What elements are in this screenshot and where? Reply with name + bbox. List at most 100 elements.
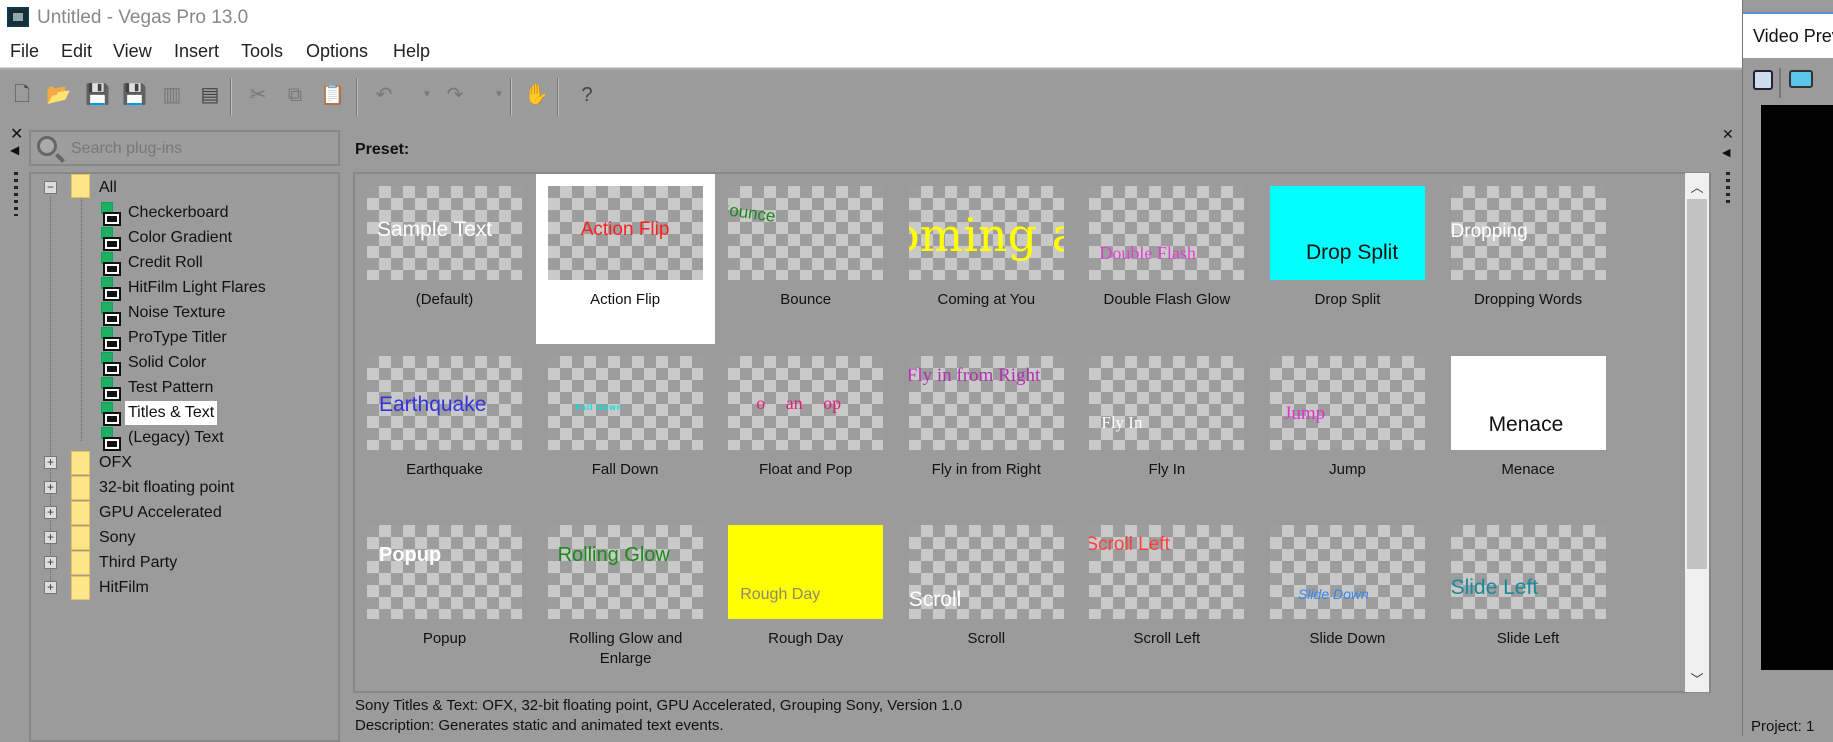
preset-tile[interactable]: Jump Jump	[1258, 344, 1437, 514]
expand-toggle-icon[interactable]: +	[44, 481, 57, 494]
plugin-icon	[95, 427, 121, 451]
preset-label: Slide Down	[1309, 630, 1386, 647]
preset-tile[interactable]: Earthquake Earthquake	[355, 344, 534, 514]
collapse-toggle-icon[interactable]: −	[44, 181, 57, 194]
tree-label: 32-bit floating point	[99, 479, 235, 496]
preset-thumbnail: Drop Split	[1269, 186, 1425, 280]
menu-edit[interactable]: Edit	[61, 41, 92, 62]
thumbnail-text: Drop Split	[1305, 241, 1399, 264]
whats-this-help-icon[interactable]: ?	[575, 82, 599, 108]
collapse-icon[interactable]: ◀	[1722, 146, 1730, 159]
close-panel-icon[interactable]: ✕	[1722, 126, 1734, 143]
expand-toggle-icon[interactable]: +	[44, 506, 57, 519]
thumbnail-text: o an op	[756, 392, 842, 413]
preset-thumbnail: Popup	[367, 525, 522, 619]
menu-tools[interactable]: Tools	[241, 41, 283, 62]
properties-icon[interactable]	[1753, 70, 1773, 90]
search-plugins-input[interactable]: Search plug-ins	[29, 130, 340, 166]
dropdown-arrow-icon[interactable]: ▼	[415, 82, 439, 108]
thumbnail-text: Earthquake	[379, 392, 487, 416]
expand-toggle-icon[interactable]: +	[44, 556, 57, 569]
tree-label: GPU Accelerated	[99, 504, 222, 521]
undo-icon[interactable]: ↶	[372, 82, 396, 108]
open-folder-icon[interactable]: 📂	[46, 82, 71, 108]
folder-icon	[71, 451, 90, 475]
tree-label: Color Gradient	[128, 229, 233, 246]
preset-tile[interactable]: Action Flip Action Flip	[535, 174, 715, 344]
expand-toggle-icon[interactable]: +	[44, 456, 57, 469]
external-monitor-icon[interactable]	[1789, 70, 1813, 88]
menu-options[interactable]: Options	[306, 41, 368, 62]
expand-toggle-icon[interactable]: +	[44, 581, 57, 594]
preset-tile[interactable]: Double Flash Double Flash Glow	[1077, 174, 1256, 344]
preset-tile[interactable]: Popup Popup	[355, 513, 534, 683]
thumbnail-text: Menace	[1488, 412, 1564, 436]
scrollbar-thumb[interactable]	[1687, 199, 1707, 569]
tree-label: Checkerboard	[128, 204, 229, 221]
menu-file[interactable]: File	[10, 41, 39, 62]
preset-tile[interactable]: Drop Split Drop Split	[1258, 174, 1437, 344]
preset-tile[interactable]: Fly in from Right Fly in from Right	[897, 344, 1076, 514]
paste-icon[interactable]: 📋	[320, 82, 345, 108]
preset-label: Float and Pop	[758, 460, 853, 478]
preset-tile[interactable]: Scroll Left Scroll Left	[1077, 513, 1256, 683]
folder-icon	[71, 476, 90, 500]
menu-help[interactable]: Help	[393, 41, 430, 62]
preset-label: Popup	[422, 630, 467, 647]
cut-icon[interactable]: ✂	[246, 82, 270, 108]
preset-thumbnail: Scroll	[908, 525, 1064, 619]
preset-thumbnail: Bounce	[728, 186, 884, 280]
copy-icon[interactable]: ⧉	[283, 82, 307, 108]
preset-thumbnail: Fly in from Right	[908, 355, 1064, 450]
preset-tile[interactable]: Fall Down Fall Down	[536, 344, 715, 514]
scroll-up-icon[interactable]: ︿	[1685, 177, 1709, 196]
preset-label: Fly in from Right	[931, 460, 1041, 478]
preset-thumbnail: Sample Text	[367, 186, 522, 280]
render-icon[interactable]: ▥	[160, 82, 184, 108]
preset-label: Scroll Left	[1133, 630, 1201, 647]
preset-tile[interactable]: Coming at You Coming at You	[897, 174, 1076, 344]
thumbnail-text: Fall Down	[575, 402, 623, 412]
thumbnail-text: Action Flip	[580, 219, 670, 240]
preset-tile[interactable]: o an op Float and Pop	[716, 344, 895, 514]
dropdown-arrow-icon[interactable]: ▼	[487, 82, 511, 108]
expand-toggle-icon[interactable]: +	[44, 531, 57, 544]
save-as-icon[interactable]: 💾	[122, 82, 147, 108]
preset-tile[interactable]: Slide Left Slide Left	[1439, 513, 1618, 683]
preset-label: Menace	[1501, 460, 1555, 478]
scroll-down-icon[interactable]: ﹀	[1685, 669, 1709, 688]
properties-icon[interactable]: ▤	[198, 82, 222, 108]
folder-icon	[71, 576, 90, 600]
redo-icon[interactable]: ↷	[443, 82, 467, 108]
preset-tile[interactable]: Rolling Glow Rolling Glow and Enlarge	[536, 513, 715, 683]
preset-tile[interactable]: Scroll Scroll	[897, 513, 1076, 683]
toolbar-divider	[1779, 68, 1781, 98]
preset-scrollbar[interactable]: ︿ ﹀	[1685, 173, 1709, 692]
drag-handle-icon[interactable]	[1726, 172, 1730, 206]
video-preview-tab[interactable]: Video Preview	[1743, 12, 1833, 58]
preset-tile[interactable]: Sample Text (Default)	[355, 174, 534, 344]
drag-handle-icon[interactable]	[14, 172, 18, 216]
preset-tile[interactable]: Dropping Dropping Words	[1439, 174, 1618, 344]
preset-tile[interactable]: Bounce Bounce	[716, 174, 895, 344]
preset-tile[interactable]: Menace Menace	[1439, 344, 1618, 514]
preset-thumbnail: Earthquake	[367, 355, 522, 450]
preset-tile[interactable]: Fly In Fly In	[1077, 344, 1256, 514]
preset-label: Slide Left	[1496, 630, 1560, 647]
preset-label: Drop Split	[1314, 291, 1381, 308]
preset-label: Coming at You	[937, 291, 1036, 308]
menu-insert[interactable]: Insert	[174, 41, 219, 62]
preset-thumbnail: Rough Day	[728, 525, 884, 619]
collapse-left-icon[interactable]: ◀	[10, 143, 19, 157]
edit-tool-icon[interactable]: ✋	[524, 82, 549, 108]
close-panel-icon[interactable]: ✕	[10, 124, 23, 144]
plugin-tree: − All Checkerboard Color Gradient Credit Rol…	[29, 172, 340, 742]
save-icon[interactable]: 💾	[85, 82, 110, 108]
tree-label: HitFilm Light Flares	[128, 279, 266, 296]
new-file-icon[interactable]: 🗋	[10, 82, 34, 108]
preset-thumbnail: Menace	[1450, 355, 1606, 450]
menu-view[interactable]: View	[113, 41, 152, 62]
preset-tile[interactable]: Slide Down Slide Down	[1258, 513, 1437, 683]
plugin-icon	[95, 377, 121, 401]
preset-tile[interactable]: Rough Day Rough Day	[716, 513, 895, 683]
